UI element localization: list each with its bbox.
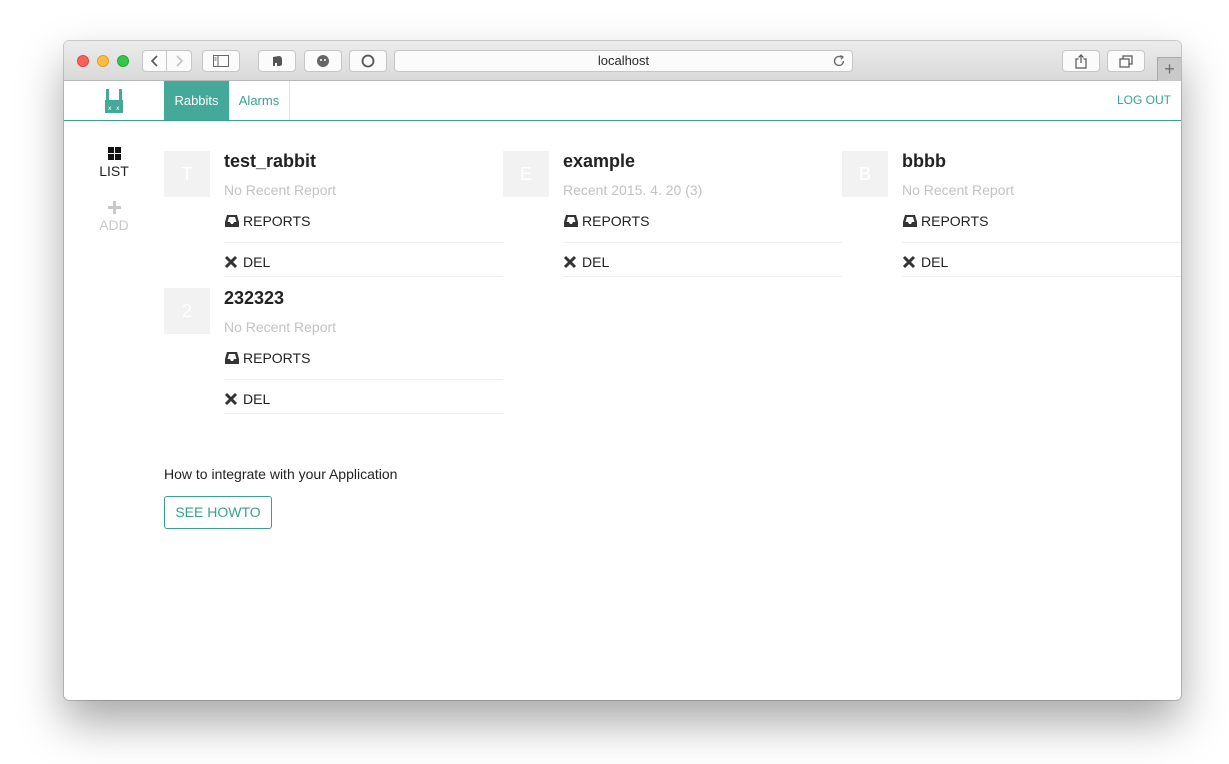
circle-icon [361,54,375,68]
plus-icon [84,197,144,215]
reports-label: REPORTS [243,350,311,366]
show-tabs-button[interactable] [1107,50,1145,72]
tabs-icon [1119,54,1133,68]
url-text: localhost [597,53,650,68]
plus-icon: + [1164,59,1175,79]
maximize-window-button[interactable] [117,55,129,67]
close-icon [563,255,577,269]
reload-icon[interactable] [832,54,846,68]
sidebar-toggle-button[interactable] [202,50,240,72]
rabbit-avatar: B [842,151,888,197]
inbox-icon [225,215,239,227]
delete-label: DEL [582,254,610,270]
delete-label: DEL [243,391,271,407]
rabbit-avatar: E [503,151,549,197]
inbox-icon [903,215,917,227]
reports-link[interactable]: REPORTS [902,209,1181,243]
rabbit-status: No Recent Report [902,182,1015,198]
minimize-window-button[interactable] [97,55,109,67]
rabbit-name: bbbb [902,151,946,171]
rabbit-status: No Recent Report [224,182,337,198]
see-howto-button[interactable]: SEE HOWTO [164,496,272,529]
close-icon [224,392,238,406]
reports-link[interactable]: REPORTS [224,346,503,380]
evernote-extension-button[interactable] [258,50,296,72]
inbox-icon [225,352,239,364]
grid-icon [84,143,144,161]
rabbit-name: example [563,151,636,171]
forward-button[interactable] [167,50,192,72]
rabbit-logo-icon[interactable]: x x [104,88,124,114]
logout-link[interactable]: LOG OUT [1117,81,1171,120]
delete-label: DEL [921,254,949,270]
browser-window: localhost + x x Rabbits Alarms LOG OUT L… [64,41,1181,700]
reports-label: REPORTS [582,213,650,229]
tab-rabbits[interactable]: Rabbits [164,81,229,120]
close-window-button[interactable] [77,55,89,67]
rabbit-avatar: T [164,151,210,197]
rabbit-name: test_rabbit [224,151,317,171]
elephant-icon [273,56,282,66]
svg-text:x: x [108,105,112,112]
chevron-right-icon [176,55,184,67]
app-navbar: x x Rabbits Alarms LOG OUT [64,81,1181,121]
tab-alarms[interactable]: Alarms [229,81,290,120]
leftnav-add-label: ADD [99,217,129,233]
sidebar-icon [213,55,229,67]
delete-link[interactable]: DEL [224,380,503,414]
rabbit-status: No Recent Report [224,319,337,335]
close-icon [224,255,238,269]
left-nav: LIST ADD [84,143,144,251]
share-button[interactable] [1062,50,1100,72]
rabbit-avatar: 2 [164,288,210,334]
rabbit-status: Recent 2015. 4. 20 (3) [563,182,703,198]
browser-titlebar: localhost + [64,41,1181,81]
delete-label: DEL [243,254,271,270]
svg-text:x: x [116,105,120,112]
new-tab-button[interactable]: + [1157,57,1181,81]
share-icon [1075,53,1087,69]
howto-text: How to integrate with your Application [164,466,398,482]
address-bar[interactable]: localhost [394,50,853,72]
reports-link[interactable]: REPORTS [563,209,842,243]
leftnav-add[interactable]: ADD [84,197,144,233]
reports-label: REPORTS [243,213,311,229]
reports-label: REPORTS [921,213,989,229]
inbox-icon [564,215,578,227]
reports-link[interactable]: REPORTS [224,209,503,243]
leftnav-list[interactable]: LIST [84,143,144,179]
leftnav-list-label: LIST [99,163,129,179]
close-icon [902,255,916,269]
delete-link[interactable]: DEL [224,243,503,277]
circle-extension-button[interactable] [349,50,387,72]
delete-link[interactable]: DEL [563,243,842,277]
delete-link[interactable]: DEL [902,243,1181,277]
back-button[interactable] [142,50,167,72]
rabbit-name: 232323 [224,288,285,308]
ghostery-extension-button[interactable] [304,50,342,72]
ghost-icon [317,55,329,67]
chevron-left-icon [150,55,158,67]
